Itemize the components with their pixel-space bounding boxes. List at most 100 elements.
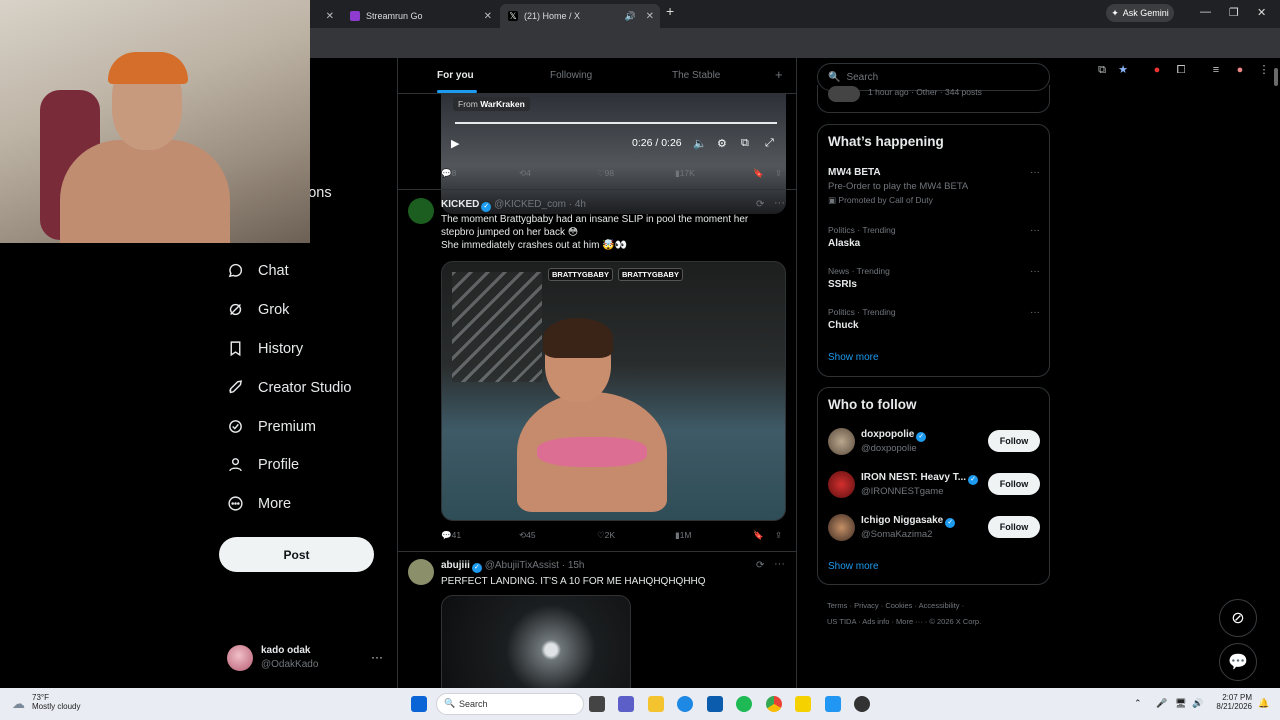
play-icon[interactable]: ▶ <box>451 137 459 150</box>
obs-icon[interactable] <box>854 696 870 712</box>
sidebar-item-profile[interactable]: Profile <box>227 456 299 473</box>
close-tab-icon[interactable]: ✕ <box>646 11 654 22</box>
follow-suggestion[interactable]: doxpopolie ✓ @doxpopolie Follow <box>828 427 1040 457</box>
more-options-icon[interactable]: ··· <box>1030 225 1040 236</box>
sidebar-item-more[interactable]: More <box>227 495 291 512</box>
weather-widget[interactable]: ☁ 73°F Mostly cloudy <box>12 693 80 711</box>
page-scrollbar[interactable] <box>1272 58 1280 688</box>
grok-float-button[interactable]: ⊘ <box>1219 599 1257 637</box>
reply-button[interactable]: 💬 8 <box>441 168 456 179</box>
tab-partial[interactable]: ✕ <box>310 4 340 28</box>
like-button[interactable]: ♡ 98 <box>597 168 614 179</box>
app-blue-icon[interactable] <box>825 696 841 712</box>
bookmark-icon[interactable]: 🔖 <box>753 530 764 541</box>
grok-explain-icon[interactable]: ⟳ <box>756 199 764 210</box>
post-button[interactable]: Post <box>219 537 374 572</box>
windows-start-icon[interactable] <box>411 696 427 712</box>
tab-following[interactable]: Following <box>550 70 592 81</box>
footer-line[interactable]: US TIDA · Ads info · More ··· · © 2026 X… <box>827 614 1047 630</box>
more-options-icon[interactable]: ··· <box>1030 167 1040 178</box>
profile-avatar-icon[interactable]: ● <box>1233 63 1247 77</box>
sidebar-item-premium[interactable]: Premium <box>227 418 316 435</box>
reply-button[interactable]: 💬 41 <box>441 530 461 541</box>
bookmark-star-icon[interactable]: ★ <box>1116 63 1130 77</box>
follow-button[interactable]: Follow <box>988 473 1040 495</box>
file-explorer-icon[interactable] <box>648 696 664 712</box>
avatar[interactable] <box>408 198 434 224</box>
clock[interactable]: 2:07 PM 8/21/2026 <box>1210 693 1252 711</box>
author-handle[interactable]: @KICKED_com · 4h <box>494 199 586 210</box>
show-more-link[interactable]: Show more <box>828 561 879 572</box>
chrome-menu-icon[interactable]: ⋮ <box>1257 63 1271 77</box>
spotify-icon[interactable] <box>736 696 752 712</box>
chrome-icon[interactable] <box>766 696 782 712</box>
volume-icon[interactable]: 🔈 <box>693 137 707 150</box>
repost-button[interactable]: ⟲ 45 <box>519 530 536 541</box>
fullscreen-icon[interactable]: ⤢ <box>765 137 774 150</box>
author-handle[interactable]: @AbujiiTixAssist · 15h <box>485 560 585 571</box>
follow-suggestion[interactable]: IRON NEST: Heavy T... ✓ @IRONNESTgame Fol… <box>828 470 1040 500</box>
new-tab-icon[interactable]: + <box>666 3 674 19</box>
store-icon[interactable] <box>707 696 723 712</box>
edge-icon[interactable] <box>677 696 693 712</box>
maximize-icon[interactable]: ❐ <box>1229 6 1239 19</box>
ask-gemini-button[interactable]: ✦ Ask Gemini <box>1106 4 1174 22</box>
tab-streamrun[interactable]: Streamrun Go ✕ <box>342 4 498 28</box>
show-more-link[interactable]: Show more <box>828 352 879 363</box>
follow-suggestion[interactable]: Ichigo Niggasake ✓ @SomaKazima2 Follow <box>828 513 1040 543</box>
video-progress-bar[interactable] <box>455 122 777 124</box>
repost-button[interactable]: ⟲ 4 <box>519 168 531 179</box>
tweet-video[interactable]: BRATTYGBABY BRATTYGBABY <box>441 261 786 521</box>
notification-bell-icon[interactable]: 🔔 <box>1258 698 1269 709</box>
extensions-puzzle-icon[interactable]: ⧠ <box>1174 63 1188 77</box>
app-yellow-icon[interactable] <box>795 696 811 712</box>
sidebar-item-creator-studio[interactable]: Creator Studio <box>227 379 352 396</box>
tab-for-you[interactable]: For you <box>437 70 474 81</box>
close-tab-icon[interactable]: ✕ <box>326 11 334 22</box>
footer-line[interactable]: Terms · Privacy · Cookies · Accessibilit… <box>827 598 1047 614</box>
author-name[interactable]: KICKED <box>441 199 479 210</box>
settings-gear-icon[interactable]: ⚙ <box>717 137 727 150</box>
share-icon[interactable]: ⇪ <box>775 168 782 179</box>
close-tab-icon[interactable]: ✕ <box>484 11 492 22</box>
more-options-icon[interactable]: ··· <box>774 558 785 570</box>
extension-red-icon[interactable]: ● <box>1150 63 1164 77</box>
tab-the-stable[interactable]: The Stable <box>672 70 720 81</box>
more-options-icon[interactable]: ··· <box>774 197 785 209</box>
trend-item[interactable]: News · Trending SSRIs ··· <box>828 266 1040 290</box>
sidebar-item-grok[interactable]: Grok <box>227 301 289 318</box>
account-switcher[interactable]: kado odak @OdakKado ··· <box>227 642 387 676</box>
more-options-icon[interactable]: ··· <box>1030 266 1040 277</box>
share-icon[interactable]: ⇪ <box>775 530 782 541</box>
close-window-icon[interactable]: ✕ <box>1257 6 1266 19</box>
minimize-icon[interactable]: — <box>1200 6 1211 18</box>
follow-button[interactable]: Follow <box>988 516 1040 538</box>
messages-float-button[interactable]: 💬 <box>1219 643 1257 681</box>
task-view-icon[interactable] <box>589 696 605 712</box>
chevron-up-icon[interactable]: ⌃ <box>1134 698 1142 709</box>
more-options-icon[interactable]: ··· <box>1030 307 1040 318</box>
network-icon[interactable]: 🖥 <box>1175 698 1186 709</box>
taskbar-search[interactable]: 🔍 Search <box>436 693 584 715</box>
speaker-icon[interactable]: 🔊 <box>625 11 636 22</box>
sidebar-item-history[interactable]: History <box>227 340 303 357</box>
views-button[interactable]: ▮ 17K <box>675 168 695 179</box>
add-tab-icon[interactable]: + <box>775 67 783 82</box>
install-app-icon[interactable]: ⧉ <box>1095 63 1109 77</box>
volume-icon[interactable]: 🔊 <box>1192 698 1203 709</box>
more-options-icon[interactable]: ··· <box>371 650 383 664</box>
trend-item[interactable]: Politics · Trending Alaska ··· <box>828 225 1040 249</box>
pip-icon[interactable]: ⧉ <box>741 137 749 150</box>
trend-item[interactable]: Politics · Trending Chuck ··· <box>828 307 1040 331</box>
bookmark-icon[interactable]: 🔖 <box>753 168 764 179</box>
author-name[interactable]: abujiii <box>441 560 470 571</box>
follow-button[interactable]: Follow <box>988 430 1040 452</box>
views-button[interactable]: ▮ 1M <box>675 530 692 541</box>
avatar[interactable] <box>408 559 434 585</box>
trend-item-promo[interactable]: MW4 BETA Pre-Order to play the MW4 BETA … <box>828 167 1040 206</box>
microphone-icon[interactable]: 🎤 <box>1156 698 1167 709</box>
media-controls-icon[interactable]: ≡ <box>1209 63 1223 77</box>
tab-x-home[interactable]: 𝕏 (21) Home / X 🔊 ✕ <box>500 4 660 28</box>
grok-explain-icon[interactable]: ⟳ <box>756 560 764 571</box>
tweet-video[interactable] <box>441 595 631 688</box>
